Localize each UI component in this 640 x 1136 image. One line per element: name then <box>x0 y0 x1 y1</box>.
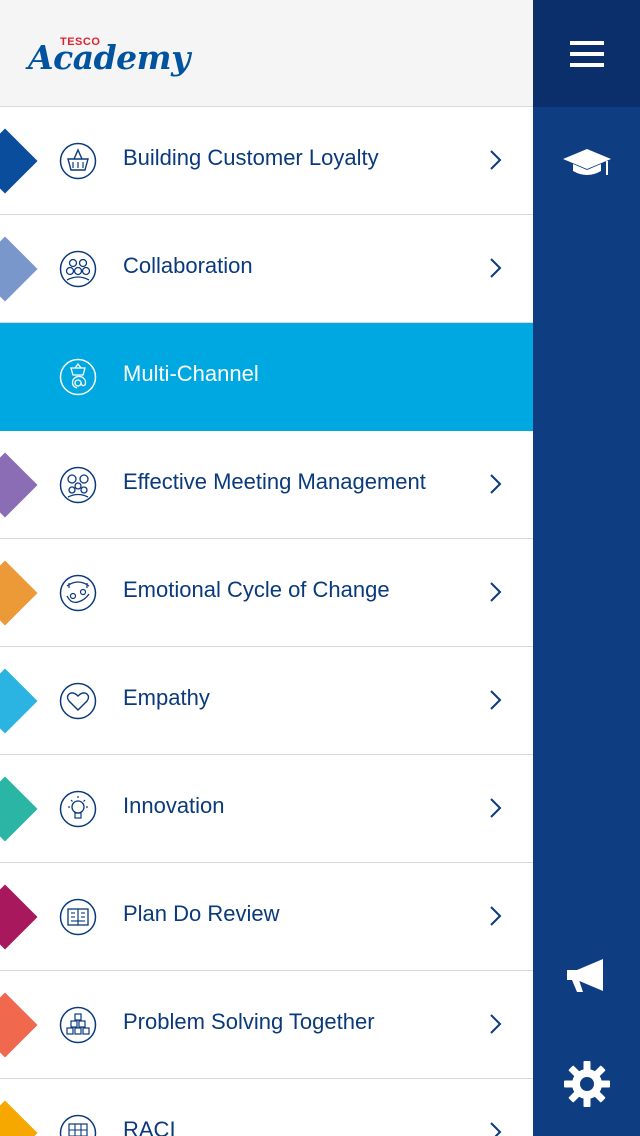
topic-label: Emotional Cycle of Change <box>123 577 390 602</box>
chevron-right-icon <box>490 474 502 494</box>
topic-color-tab <box>0 128 38 194</box>
topic-row-innovation[interactable]: Innovation <box>0 755 533 863</box>
logo-academy-text: Academy <box>28 38 190 77</box>
team-pyramid-icon <box>59 1006 97 1044</box>
app-screen: TESCO Academy Building Customer Loyalty <box>0 0 640 1136</box>
tesco-academy-logo: TESCO Academy <box>28 34 190 90</box>
topic-label: Multi-Channel <box>123 361 259 386</box>
basket-at-icon <box>59 358 97 396</box>
chevron-right-icon <box>490 1122 502 1136</box>
topic-label: Plan Do Review <box>123 901 280 926</box>
megaphone-icon[interactable] <box>559 947 615 1003</box>
chevron-right-icon <box>490 150 502 170</box>
topic-color-tab <box>0 1100 38 1136</box>
gear-icon[interactable] <box>559 1056 615 1112</box>
topic-row-effective-meeting-management[interactable]: Effective Meeting Management <box>0 431 533 539</box>
topic-label: Effective Meeting Management <box>123 469 426 494</box>
lightbulb-icon <box>59 790 97 828</box>
topic-row-collaboration[interactable]: Collaboration <box>0 215 533 323</box>
topic-color-tab <box>0 236 38 302</box>
topic-color-tab <box>0 560 38 626</box>
topic-label: Problem Solving Together <box>123 1009 375 1034</box>
chevron-right-icon <box>490 1014 502 1034</box>
chevron-right-icon <box>490 690 502 710</box>
planner-book-icon <box>59 898 97 936</box>
sidebar-menu-area <box>533 0 640 107</box>
topic-color-tab <box>0 992 38 1058</box>
people-group-icon <box>59 250 97 288</box>
chevron-right-icon <box>490 258 502 278</box>
topic-row-plan-do-review[interactable]: Plan Do Review <box>0 863 533 971</box>
topic-row-building-customer-loyalty[interactable]: Building Customer Loyalty <box>0 107 533 215</box>
heart-icon <box>59 682 97 720</box>
topic-label: Building Customer Loyalty <box>123 145 379 170</box>
topic-row-multi-channel[interactable]: Multi-Channel <box>0 323 533 431</box>
hamburger-menu-icon[interactable] <box>559 26 615 82</box>
topic-label: Collaboration <box>123 253 253 278</box>
topic-label: Innovation <box>123 793 225 818</box>
cycle-change-icon <box>59 574 97 612</box>
topic-list: Building Customer Loyalty Collaboration … <box>0 107 533 1136</box>
topic-color-tab <box>0 668 38 734</box>
topic-row-raci[interactable]: RACI <box>0 1079 533 1136</box>
topic-color-tab <box>0 776 38 842</box>
topic-label: Empathy <box>123 685 210 710</box>
header-bar: TESCO Academy <box>0 0 533 107</box>
meeting-people-icon <box>59 466 97 504</box>
topic-label: RACI <box>123 1117 176 1136</box>
raci-chart-icon <box>59 1114 97 1136</box>
chevron-right-icon <box>490 582 502 602</box>
topic-row-problem-solving-together[interactable]: Problem Solving Together <box>0 971 533 1079</box>
chevron-right-icon <box>490 798 502 818</box>
graduation-cap-icon[interactable] <box>559 133 615 189</box>
topic-color-tab <box>0 452 38 518</box>
topic-color-tab <box>0 884 38 950</box>
topic-list-panel: TESCO Academy Building Customer Loyalty <box>0 0 533 1136</box>
topic-row-empathy[interactable]: Empathy <box>0 647 533 755</box>
sidebar <box>533 0 640 1136</box>
chevron-right-icon <box>490 906 502 926</box>
topic-row-emotional-cycle-of-change[interactable]: Emotional Cycle of Change <box>0 539 533 647</box>
shopping-basket-icon <box>59 142 97 180</box>
